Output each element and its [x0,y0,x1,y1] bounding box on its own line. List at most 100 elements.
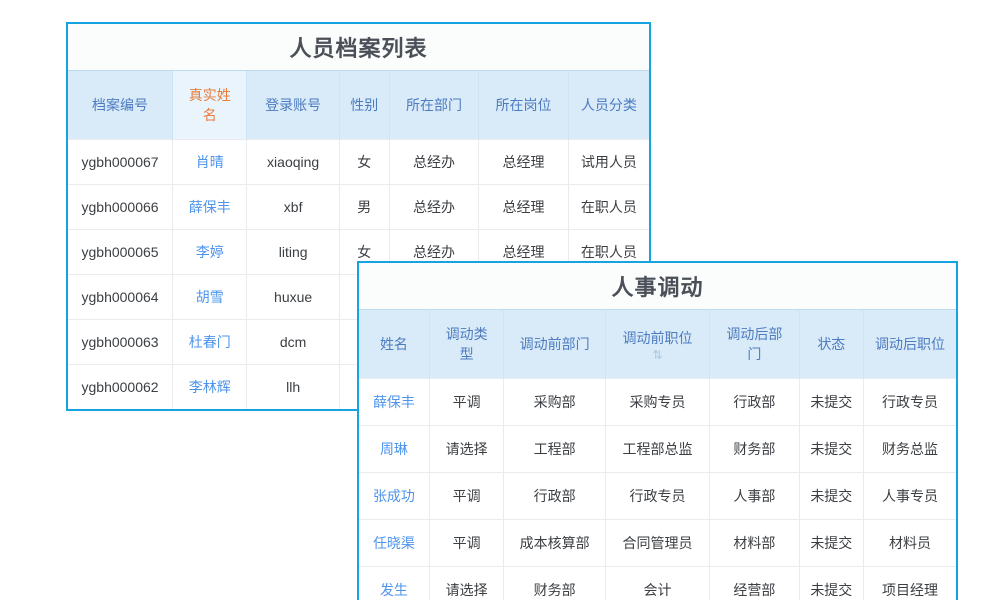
table-cell: 人事部 [710,473,799,520]
column-header-0: 档案编号 [68,71,173,140]
column-header-2: 调动前部门 [504,310,605,379]
table-cell: 行政专员 [605,473,709,520]
table-cell: 人事专员 [864,473,956,520]
employee-name-link[interactable]: 李林辉 [173,365,247,410]
column-header-5: 所在岗位 [479,71,568,140]
table-cell: 未提交 [799,567,863,600]
table-cell: 材料部 [710,520,799,567]
column-header-label: 性别 [350,97,378,113]
table-cell: 未提交 [799,520,863,567]
table-cell: 财务总监 [864,426,956,473]
personnel-archive-title: 人员档案列表 [68,24,649,70]
column-header-6: 人员分类 [568,71,649,140]
employee-name-link[interactable]: 任晓渠 [359,520,429,567]
table-cell: 材料员 [864,520,956,567]
column-header-label: 调动后职位 [875,336,945,352]
table-cell: 请选择 [429,426,504,473]
employee-name-link[interactable]: 李婷 [173,230,247,275]
column-header-1: 调动类型 [429,310,504,379]
header-row: 档案编号 真实姓名 登录账号 性别 所在部门 所在岗位 人员分类 [68,71,649,140]
personnel-transfer-title: 人事调动 [359,263,956,309]
table-cell: ygbh000063 [68,320,173,365]
column-header-label: 调动后部门 [726,326,782,362]
column-header-label: 状态 [817,336,845,352]
table-cell: xiaoqing [247,140,339,185]
table-cell: ygbh000062 [68,365,173,410]
table-cell: 财务部 [504,567,605,600]
table-cell: 平调 [429,379,504,426]
column-header-4: 调动后部门 [710,310,799,379]
table-cell: 成本核算部 [504,520,605,567]
employee-name-link[interactable]: 薛保丰 [173,185,247,230]
column-header-label: 真实姓名 [189,87,231,123]
employee-name-link[interactable]: 胡雪 [173,275,247,320]
table-cell: 未提交 [799,473,863,520]
table-cell: 项目经理 [864,567,956,600]
personnel-transfer-card: 人事调动 姓名调动类型调动前部门调动前职位⇅调动后部门状态调动后职位薛保丰平调采… [357,261,958,600]
table-cell: ygbh000067 [68,140,173,185]
table-cell: xbf [247,185,339,230]
column-header-label: 姓名 [380,336,408,352]
employee-name-link[interactable]: 周琳 [359,426,429,473]
table-cell: 总经办 [389,185,478,230]
table-cell: 采购部 [504,379,605,426]
table-cell: 会计 [605,567,709,600]
table-row: 任晓渠平调成本核算部合同管理员材料部未提交材料员 [359,520,956,567]
column-header-5: 状态 [799,310,863,379]
column-header-label: 所在部门 [406,97,462,113]
table-cell: 未提交 [799,426,863,473]
employee-name-link[interactable]: 张成功 [359,473,429,520]
header-row: 姓名 调动类型 调动前部门 调动前职位 ⇅ 调动后部门 状态 调动后职位 [359,310,956,379]
column-header-0: 姓名 [359,310,429,379]
column-header-label: 人员分类 [581,97,637,113]
table-cell: 在职人员 [568,185,649,230]
table-cell: 行政部 [710,379,799,426]
table-cell: 未提交 [799,379,863,426]
table-cell: 工程部 [504,426,605,473]
table-row: ygbh000066薛保丰xbf男总经办总经理在职人员 [68,185,649,230]
table-cell: 采购专员 [605,379,709,426]
table-cell: 工程部总监 [605,426,709,473]
table-cell: 女 [339,140,389,185]
column-header-6: 调动后职位 [864,310,956,379]
table-cell: huxue [247,275,339,320]
column-header-4: 所在部门 [389,71,478,140]
personnel-transfer-table: 姓名 调动类型 调动前部门 调动前职位 ⇅ 调动后部门 状态 调动后职位薛保丰平调采购部采购专… [359,309,956,600]
column-header-label: 档案编号 [92,97,148,113]
table-cell: 总经理 [479,185,568,230]
table-cell: 总经理 [479,140,568,185]
table-cell: dcm [247,320,339,365]
table-row: 周琳请选择工程部工程部总监财务部未提交财务总监 [359,426,956,473]
employee-name-link[interactable]: 肖晴 [173,140,247,185]
table-cell: llh [247,365,339,410]
column-header-label: 调动类型 [446,326,488,362]
table-cell: ygbh000065 [68,230,173,275]
table-cell: liting [247,230,339,275]
column-header-label: 调动前职位 [622,330,692,346]
column-header-label: 所在岗位 [495,97,551,113]
table-cell: 试用人员 [568,140,649,185]
table-cell: 总经办 [389,140,478,185]
table-cell: 经营部 [710,567,799,600]
table-cell: 请选择 [429,567,504,600]
table-row: ygbh000067肖晴xiaoqing女总经办总经理试用人员 [68,140,649,185]
table-row: 张成功平调行政部行政专员人事部未提交人事专员 [359,473,956,520]
employee-name-link[interactable]: 发生 [359,567,429,600]
sort-icon[interactable]: ⇅ [616,350,699,360]
table-cell: 行政部 [504,473,605,520]
column-header-1[interactable]: 真实姓名 [173,71,247,140]
column-header-3[interactable]: 调动前职位 ⇅ [605,310,709,379]
column-header-label: 调动前部门 [520,336,590,352]
table-cell: 财务部 [710,426,799,473]
employee-name-link[interactable]: 杜春门 [173,320,247,365]
column-header-label: 登录账号 [265,97,321,113]
table-row: 发生请选择财务部会计经营部未提交项目经理 [359,567,956,600]
table-cell: ygbh000066 [68,185,173,230]
column-header-3: 性别 [339,71,389,140]
table-cell: 男 [339,185,389,230]
table-cell: 合同管理员 [605,520,709,567]
table-cell: 行政专员 [864,379,956,426]
page: 人员档案列表 档案编号 真实姓名 登录账号 性别 所在部门 所在岗位 人员分类 ygbh000… [0,0,1000,600]
employee-name-link[interactable]: 薛保丰 [359,379,429,426]
table-cell: 平调 [429,473,504,520]
